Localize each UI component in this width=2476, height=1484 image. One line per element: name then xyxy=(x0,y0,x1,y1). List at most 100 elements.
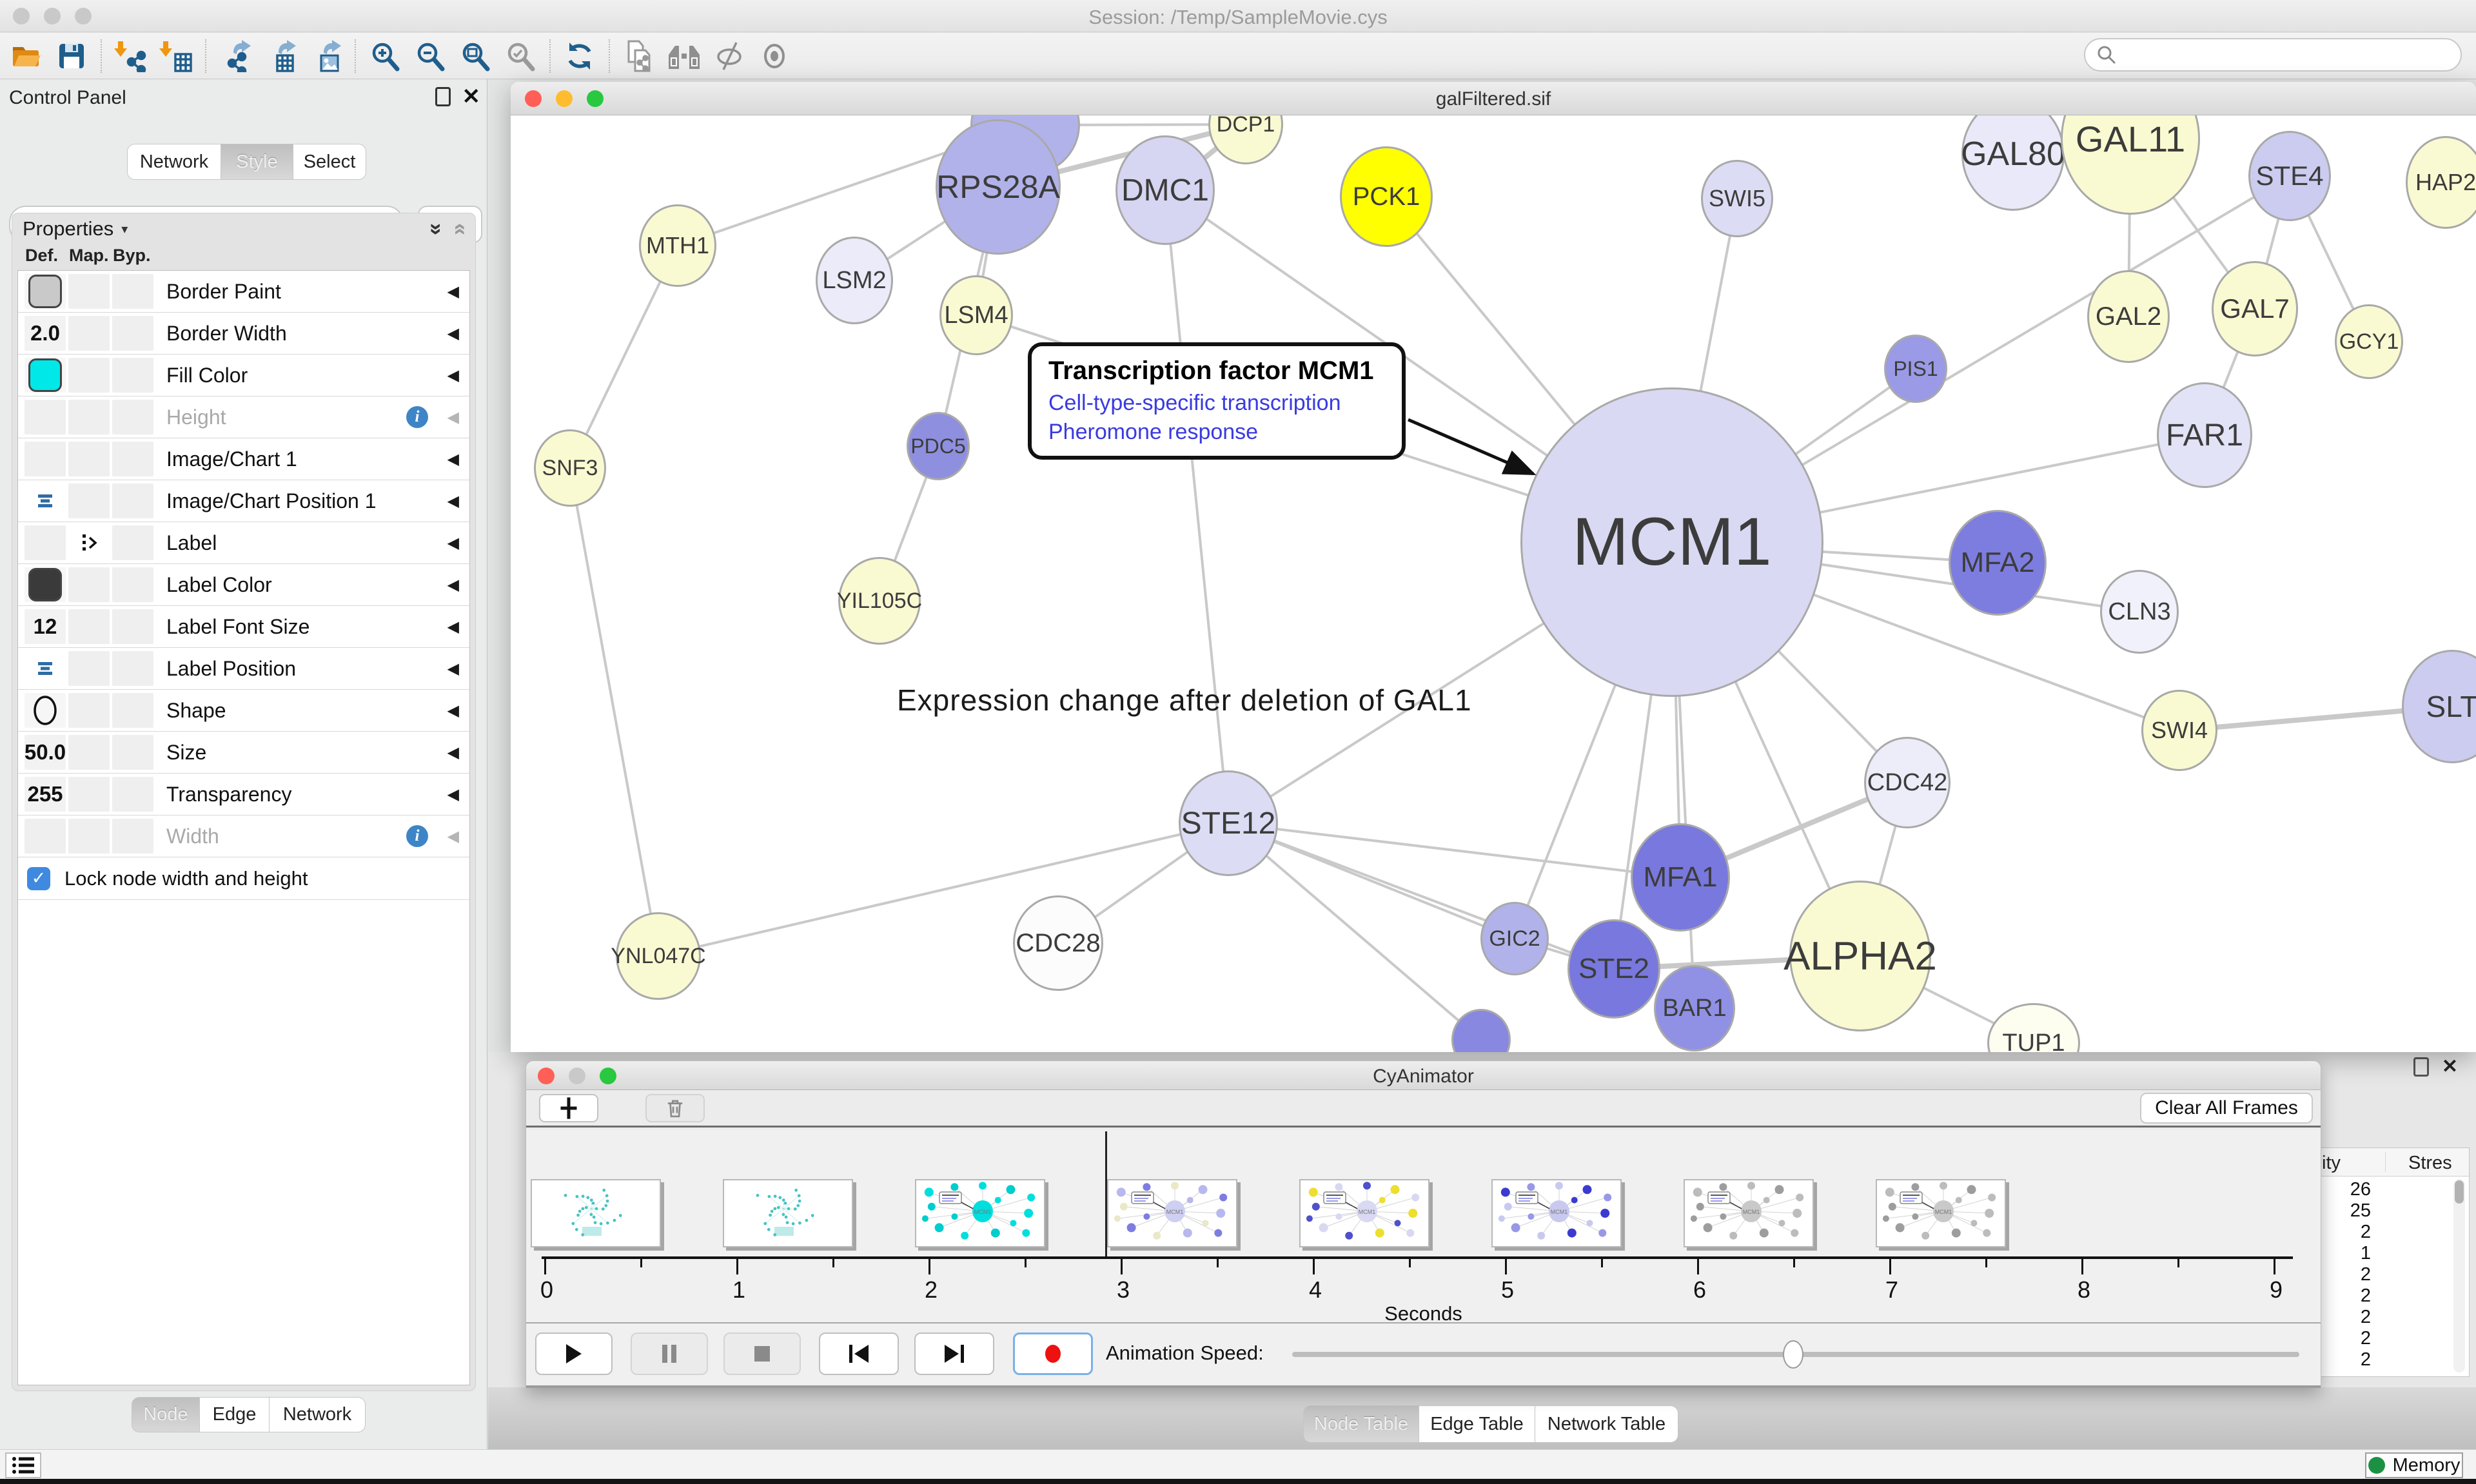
color-swatch[interactable] xyxy=(28,275,62,308)
def-cell[interactable]: 255 xyxy=(25,777,66,812)
map-cell[interactable] xyxy=(68,819,110,854)
timeline-frame-2[interactable]: MCM1 xyxy=(915,1179,1045,1247)
tab-style[interactable]: Style xyxy=(221,144,293,180)
network-node-swi4[interactable]: SWI4 xyxy=(2141,690,2217,771)
def-cell[interactable] xyxy=(25,442,66,476)
table-row[interactable]: 2 xyxy=(2318,1285,2469,1307)
byp-cell[interactable] xyxy=(112,400,153,434)
close-panel-icon[interactable]: ✕ xyxy=(462,87,481,106)
byp-cell[interactable] xyxy=(112,442,153,476)
animation-speed-slider[interactable] xyxy=(1292,1352,2299,1357)
expand-row-icon[interactable]: ◀ xyxy=(447,534,459,552)
go-to-start-button[interactable] xyxy=(819,1333,899,1375)
def-cell[interactable] xyxy=(25,525,66,560)
close-table-panel-icon[interactable]: ✕ xyxy=(2442,1057,2458,1077)
network-node-yil105c[interactable]: YIL105C xyxy=(838,557,921,645)
zoom-in-button[interactable] xyxy=(366,37,404,75)
byp-cell[interactable] xyxy=(112,609,153,644)
def-cell[interactable] xyxy=(25,567,66,602)
map-cell[interactable] xyxy=(68,358,110,393)
expand-row-icon[interactable]: ◀ xyxy=(447,492,459,511)
property-row-size[interactable]: 50.0Size◀ xyxy=(18,732,469,774)
column-header-ity[interactable]: ity xyxy=(2322,1153,2341,1174)
network-node-ste4[interactable]: STE4 xyxy=(2248,131,2331,221)
network-node-lsm2[interactable]: LSM2 xyxy=(816,237,893,324)
table-row[interactable]: 2 xyxy=(2318,1328,2469,1349)
go-to-end-button[interactable] xyxy=(914,1333,994,1375)
column-header-stress[interactable]: Stres xyxy=(2408,1153,2452,1174)
export-table-button[interactable] xyxy=(262,37,299,75)
export-image-button[interactable] xyxy=(307,37,344,75)
color-swatch[interactable] xyxy=(28,358,62,392)
find-network-button[interactable] xyxy=(665,37,703,75)
canvas-caption[interactable]: Expression change after deletion of GAL1 xyxy=(897,683,1472,718)
network-node-ynl047c[interactable]: YNL047C xyxy=(616,912,701,1000)
property-row-border-width[interactable]: 2.0Border Width◀ xyxy=(18,313,469,355)
stop-button[interactable] xyxy=(723,1333,801,1375)
float-panel-icon[interactable] xyxy=(435,87,451,106)
map-cell[interactable] xyxy=(68,567,110,602)
table-row[interactable]: 2 xyxy=(2318,1307,2469,1328)
cyanimator-titlebar[interactable]: CyAnimator xyxy=(526,1061,2321,1090)
lock-size-row[interactable]: ✓Lock node width and height xyxy=(18,857,469,900)
property-row-border-paint[interactable]: Border Paint◀ xyxy=(18,271,469,313)
properties-caret-icon[interactable]: ▾ xyxy=(121,221,128,237)
network-node-pdc5[interactable]: PDC5 xyxy=(907,412,970,480)
property-row-transparency[interactable]: 255Transparency◀ xyxy=(18,774,469,815)
def-cell[interactable] xyxy=(25,274,66,309)
map-cell[interactable] xyxy=(68,483,110,518)
float-table-panel-icon[interactable] xyxy=(2413,1057,2429,1077)
expand-row-icon[interactable]: ◀ xyxy=(447,659,459,678)
slider-thumb[interactable] xyxy=(1783,1340,1803,1369)
network-node-lsm4[interactable]: LSM4 xyxy=(939,275,1013,355)
table-row[interactable]: 25 xyxy=(2318,1200,2469,1222)
network-node-gal2[interactable]: GAL2 xyxy=(2087,270,2170,363)
def-cell[interactable] xyxy=(25,693,66,728)
expand-row-icon[interactable]: ◀ xyxy=(447,701,459,720)
network-edge[interactable] xyxy=(658,823,1228,956)
map-cell[interactable] xyxy=(68,735,110,770)
def-cell[interactable] xyxy=(25,358,66,393)
import-network-button[interactable] xyxy=(112,37,150,75)
byp-cell[interactable] xyxy=(112,525,153,560)
map-cell[interactable] xyxy=(68,442,110,476)
hide-selected-button[interactable] xyxy=(711,37,748,75)
tab-edge[interactable]: Edge xyxy=(200,1397,270,1432)
collapse-all-icon[interactable]: » xyxy=(446,223,471,235)
network-node-rps28a[interactable]: RPS28A xyxy=(936,119,1061,255)
expand-row-icon[interactable]: ◀ xyxy=(447,282,459,301)
tab-network[interactable]: Network xyxy=(270,1397,366,1432)
network-node-mcm1[interactable]: MCM1 xyxy=(1520,387,1823,697)
table-row[interactable]: 2 xyxy=(2318,1349,2469,1371)
network-node-gal7[interactable]: GAL7 xyxy=(2212,261,2298,356)
lock-size-checkbox[interactable]: ✓ xyxy=(27,867,50,890)
def-cell[interactable] xyxy=(25,651,66,686)
expand-row-icon[interactable]: ◀ xyxy=(447,743,459,762)
network-node-far1[interactable]: FAR1 xyxy=(2157,382,2252,488)
tab-node[interactable]: Node xyxy=(132,1397,200,1432)
property-row-label-font-size[interactable]: 12Label Font Size◀ xyxy=(18,606,469,648)
property-row-label[interactable]: Label◀ xyxy=(18,522,469,564)
network-node-cln3[interactable]: CLN3 xyxy=(2100,570,2179,654)
network-node-snf3[interactable]: SNF3 xyxy=(534,429,606,507)
zoom-fit-button[interactable] xyxy=(457,37,494,75)
timeline-frame-7[interactable]: MCM1 xyxy=(1876,1179,2006,1247)
timeline-frame-4[interactable]: MCM1 xyxy=(1299,1179,1430,1247)
byp-cell[interactable] xyxy=(112,483,153,518)
show-all-button[interactable] xyxy=(756,37,793,75)
property-row-label-color[interactable]: Label Color◀ xyxy=(18,564,469,606)
memory-button[interactable]: Memory xyxy=(2365,1452,2463,1478)
property-row-width[interactable]: Widthi◀ xyxy=(18,815,469,857)
property-row-image-chart-1[interactable]: Image/Chart 1◀ xyxy=(18,438,469,480)
property-row-image-chart-position-1[interactable]: Image/Chart Position 1◀ xyxy=(18,480,469,522)
zoom-out-button[interactable] xyxy=(411,37,449,75)
expand-row-icon[interactable]: ◀ xyxy=(447,576,459,594)
tab-network[interactable]: Network xyxy=(127,144,221,180)
map-cell[interactable] xyxy=(68,400,110,434)
expand-row-icon[interactable]: ◀ xyxy=(447,827,459,846)
add-frame-button[interactable] xyxy=(539,1094,598,1122)
network-node-dmc1[interactable]: DMC1 xyxy=(1115,135,1215,245)
tab-select[interactable]: Select xyxy=(293,144,366,180)
zoom-selected-button[interactable] xyxy=(502,37,539,75)
network-node-mfa1[interactable]: MFA1 xyxy=(1631,823,1730,932)
